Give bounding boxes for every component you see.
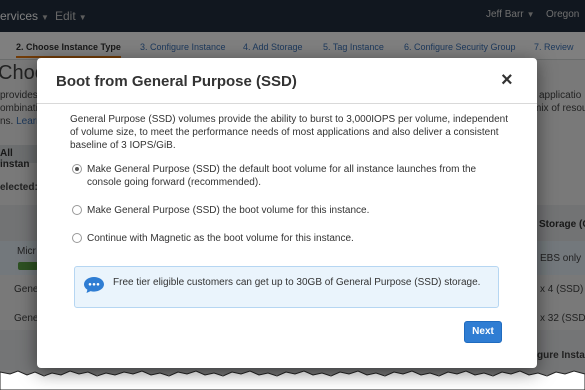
close-icon[interactable]: × [501,70,513,90]
option-label: Make General Purpose (SSD) the default b… [87,164,477,188]
radio-button[interactable] [72,205,82,215]
option-default-ssd[interactable]: Make General Purpose (SSD) the default b… [72,163,507,189]
radio-button[interactable] [72,164,82,174]
dialog-title: Boot from General Purpose (SSD) [56,73,297,90]
radio-button[interactable] [72,233,82,243]
dialog-description: General Purpose (SSD) volumes provide th… [70,114,509,151]
torn-edge [0,370,585,390]
next-button[interactable]: Next [464,321,502,343]
info-callout: Free tier eligible customers can get up … [74,266,499,308]
option-label: Make General Purpose (SSD) the boot volu… [87,205,370,216]
option-magnetic[interactable]: Continue with Magnetic as the boot volum… [72,232,507,245]
dialog-header: Boot from General Purpose (SSD) × [37,58,537,104]
option-label: Continue with Magnetic as the boot volum… [87,233,354,244]
info-text: Free tier eligible customers can get up … [113,277,481,288]
boot-volume-dialog: Boot from General Purpose (SSD) × Genera… [37,58,537,368]
chat-bubble-icon [84,277,104,293]
option-ssd-this-instance[interactable]: Make General Purpose (SSD) the boot volu… [72,204,507,217]
